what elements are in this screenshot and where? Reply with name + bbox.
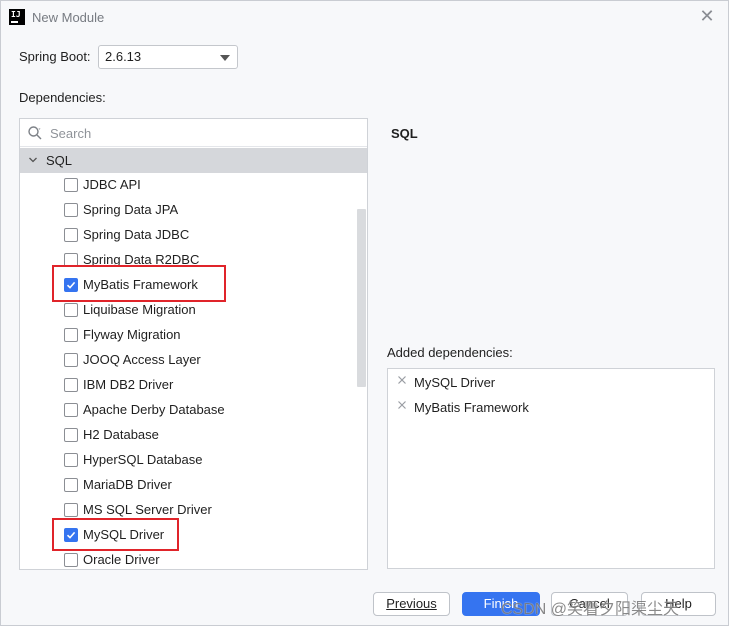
- added-dependencies-label: Added dependencies:: [387, 345, 513, 360]
- checkbox[interactable]: [64, 453, 78, 467]
- help-button[interactable]: Help: [641, 592, 716, 616]
- checkbox[interactable]: [64, 203, 78, 217]
- added-dependencies-list: MySQL Driver MyBatis Framework: [387, 368, 715, 569]
- added-dependency-label: MySQL Driver: [414, 375, 496, 390]
- new-module-dialog: IJ New Module ✕ Spring Boot: 2.6.13 Depe…: [0, 0, 729, 626]
- remove-icon[interactable]: [397, 400, 407, 410]
- dependencies-label: Dependencies:: [19, 90, 106, 105]
- spring-boot-version-value: 2.6.13: [105, 49, 142, 64]
- dependency-label: H2 Database: [83, 427, 159, 442]
- dependency-label: MySQL Driver: [83, 527, 165, 542]
- dependency-label: IBM DB2 Driver: [83, 377, 174, 392]
- dependency-item[interactable]: HyperSQL Database: [20, 448, 355, 473]
- remove-icon[interactable]: [397, 375, 407, 385]
- help-label: Help: [665, 596, 692, 611]
- dependencies-list: SQL JDBC API Spring Data JPA Spring Data J…: [19, 118, 368, 570]
- chevron-down-icon: [220, 55, 230, 61]
- dependency-item[interactable]: Oracle Driver: [20, 548, 355, 569]
- dependency-item[interactable]: Spring Data JPA: [20, 198, 355, 223]
- dependency-label: Flyway Migration: [83, 327, 181, 342]
- checkbox[interactable]: [64, 353, 78, 367]
- dependency-label: Oracle Driver: [83, 552, 160, 567]
- window-title: New Module: [32, 10, 105, 25]
- cancel-button[interactable]: Cancel: [551, 592, 628, 616]
- finish-label: Finish: [483, 596, 519, 611]
- dependency-label: MariaDB Driver: [83, 477, 172, 492]
- dependency-item[interactable]: IBM DB2 Driver: [20, 373, 355, 398]
- checkbox-checked[interactable]: [64, 278, 78, 292]
- dependency-item[interactable]: MyBatis Framework: [20, 273, 355, 298]
- checkbox[interactable]: [64, 303, 78, 317]
- added-dependency-item: MyBatis Framework: [388, 394, 714, 419]
- dependency-label: Liquibase Migration: [83, 302, 196, 317]
- checkbox-checked[interactable]: [64, 528, 78, 542]
- finish-button[interactable]: Finish: [462, 592, 540, 616]
- list-scrollbar[interactable]: [357, 209, 366, 387]
- dependency-item[interactable]: Apache Derby Database: [20, 398, 355, 423]
- search-bar: [20, 119, 367, 147]
- dependency-label: JOOQ Access Layer: [83, 352, 201, 367]
- dependency-item[interactable]: MariaDB Driver: [20, 473, 355, 498]
- spring-boot-version-select[interactable]: 2.6.13: [98, 45, 238, 69]
- previous-label: Previous: [386, 596, 437, 611]
- added-dependency-label: MyBatis Framework: [414, 400, 529, 415]
- checkbox[interactable]: [64, 378, 78, 392]
- previous-button[interactable]: Previous: [373, 592, 450, 616]
- intellij-icon: IJ: [9, 9, 25, 25]
- title-bar: IJ New Module ✕: [1, 1, 728, 33]
- checkbox[interactable]: [64, 503, 78, 517]
- added-dependency-item: MySQL Driver: [388, 369, 714, 394]
- dependency-item[interactable]: JDBC API: [20, 173, 355, 198]
- dependency-label: HyperSQL Database: [83, 452, 203, 467]
- search-icon: [28, 126, 42, 140]
- dependency-item[interactable]: Flyway Migration: [20, 323, 355, 348]
- checkmark-icon: [66, 531, 76, 539]
- checkbox[interactable]: [64, 553, 78, 567]
- close-icon[interactable]: ✕: [698, 7, 716, 25]
- dependency-label: Spring Data JPA: [83, 202, 179, 217]
- checkbox[interactable]: [64, 253, 78, 267]
- group-sql[interactable]: SQL: [20, 148, 367, 173]
- dependency-label: Spring Data JDBC: [83, 227, 190, 242]
- checkbox[interactable]: [64, 428, 78, 442]
- cancel-label: Cancel: [569, 596, 610, 611]
- dependency-label: Spring Data R2DBC: [83, 252, 200, 267]
- dependency-item[interactable]: MySQL Driver: [20, 523, 355, 548]
- spring-boot-label: Spring Boot:: [19, 49, 91, 64]
- checkmark-icon: [66, 281, 76, 289]
- checkbox[interactable]: [64, 228, 78, 242]
- detail-title: SQL: [391, 126, 418, 141]
- dependency-label: Apache Derby Database: [83, 402, 225, 417]
- dependency-label: MyBatis Framework: [83, 277, 198, 292]
- dependency-label: JDBC API: [83, 177, 141, 192]
- dependency-item[interactable]: JOOQ Access Layer: [20, 348, 355, 373]
- dependency-item[interactable]: Liquibase Migration: [20, 298, 355, 323]
- checkbox[interactable]: [64, 328, 78, 342]
- checkbox[interactable]: [64, 403, 78, 417]
- dependency-item[interactable]: Spring Data JDBC: [20, 223, 355, 248]
- search-input[interactable]: [50, 124, 350, 142]
- dependency-item[interactable]: H2 Database: [20, 423, 355, 448]
- dependency-label: MS SQL Server Driver: [83, 502, 212, 517]
- group-label: SQL: [46, 153, 73, 168]
- dependency-item[interactable]: Spring Data R2DBC: [20, 248, 355, 273]
- chevron-down-icon: [29, 157, 37, 163]
- checkbox[interactable]: [64, 478, 78, 492]
- checkbox[interactable]: [64, 178, 78, 192]
- dependency-item[interactable]: MS SQL Server Driver: [20, 498, 355, 523]
